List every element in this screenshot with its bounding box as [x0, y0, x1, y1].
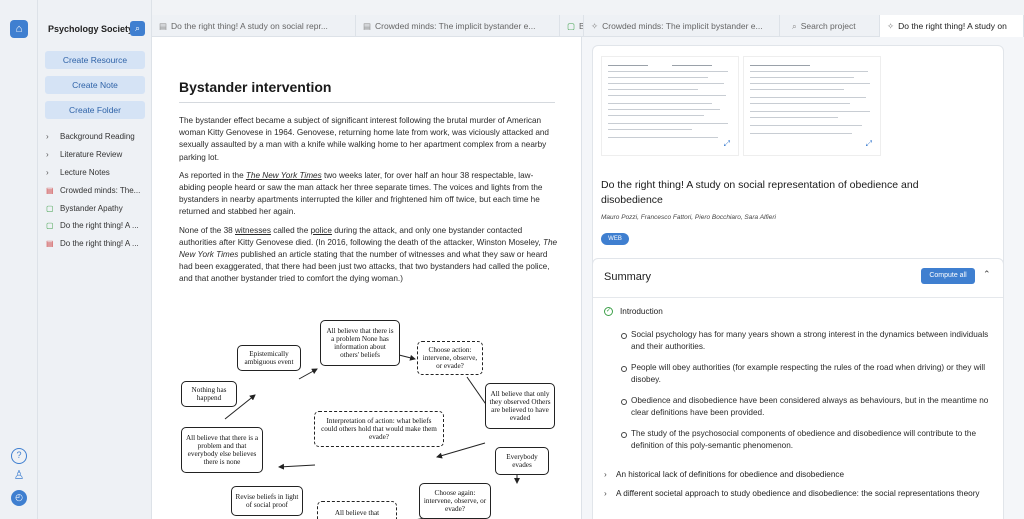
tree-item-literature-review[interactable]: › Literature Review — [46, 146, 150, 164]
tree-item-do-the-right-thing-note[interactable]: ▢ Do the right thing! A ... — [46, 217, 150, 235]
tab-do-the-right-thing-summary[interactable]: ✧ Do the right thing! A study on — [880, 15, 1024, 37]
summary-bullet: Social psychology has for many years sho… — [621, 329, 991, 354]
project-sidebar: Psychology Society ⌕ Create Resource Cre… — [38, 0, 152, 519]
section-historical-lack[interactable]: › An historical lack of definitions for o… — [604, 469, 994, 481]
summary-card: Summary Compute all ⌃ ✓ Introduction Soci… — [592, 258, 1004, 519]
title-divider — [179, 102, 555, 103]
tree-item-crowded-minds[interactable]: ▤ Crowded minds: The... — [46, 181, 150, 199]
summary-pane: ⤢ ⤢ Do the right thing! A study on socia… — [582, 37, 1024, 519]
tree-item-lecture-notes[interactable]: › Lecture Notes — [46, 164, 150, 182]
page-thumbnail[interactable]: ⤢ — [743, 56, 881, 156]
section-introduction[interactable]: ✓ Introduction — [604, 307, 663, 316]
summary-bullet: Obedience and disobedience have been con… — [621, 395, 991, 420]
help-icon[interactable]: ? — [11, 448, 27, 464]
search-icon: ⌕ — [792, 21, 797, 31]
create-folder-button[interactable]: Create Folder — [45, 101, 145, 119]
node-all-believe: All believe that — [317, 501, 397, 519]
tab-do-the-right-thing-pdf[interactable]: ▤ Do the right thing! A study on social r… — [152, 15, 356, 37]
node-revise-beliefs: Revise beliefs in light of social proof — [231, 486, 303, 516]
node-everybody-else-believes: All believe that there is a problem and … — [181, 427, 263, 473]
history-icon[interactable]: ◴ — [11, 490, 27, 506]
home-icon[interactable]: ⌂ — [10, 20, 28, 38]
app-rail: ⌂ ? ♙ ◴ — [0, 0, 38, 519]
note-icon: ▢ — [46, 221, 54, 231]
tab-search-project[interactable]: ⌕ Search project — [780, 15, 880, 37]
node-everybody-evades: Everybody evades — [495, 447, 549, 475]
pdf-icon: ▤ — [46, 239, 54, 249]
search-icon[interactable]: ⌕ — [130, 21, 145, 36]
node-ambiguous-event: Epistemically ambiguous event — [237, 345, 301, 371]
tab-bystander-note[interactable]: ▢B — [560, 15, 584, 37]
tab-crowded-minds-pdf[interactable]: ▤ Crowded minds: The implicit bystander e… — [356, 15, 560, 37]
create-resource-button[interactable]: Create Resource — [45, 51, 145, 69]
witnesses-link[interactable]: witnesses — [235, 226, 271, 235]
chevron-right-icon: › — [604, 470, 607, 479]
tree-item-do-the-right-thing-pdf[interactable]: ▤ Do the right thing! A ... — [46, 235, 150, 253]
summary-bullet: People will obey authorities (for exampl… — [621, 362, 991, 387]
tree-item-bystander-apathy[interactable]: ▢ Bystander Apathy — [46, 199, 150, 217]
sparkle-icon: ✧ — [887, 21, 895, 31]
project-title: Psychology Society — [48, 24, 134, 34]
tab-crowded-minds-summary[interactable]: ✧ Crowded minds: The implicit bystander e… — [584, 15, 780, 37]
expand-icon[interactable]: ⤢ — [866, 139, 872, 149]
source-badge[interactable]: WEB — [601, 233, 629, 245]
resource-card: ⤢ ⤢ Do the right thing! A study on socia… — [592, 45, 1004, 285]
create-note-button[interactable]: Create Note — [45, 76, 145, 94]
expand-icon[interactable]: ⤢ — [724, 139, 730, 149]
nyt-link[interactable]: The New York Times — [246, 171, 322, 180]
section-societal-approach[interactable]: › A different societal approach to study … — [604, 488, 994, 500]
chevron-right-icon: › — [46, 150, 49, 160]
note-icon: ▢ — [46, 203, 54, 213]
node-interpretation: Interpretation of action: what beliefs c… — [314, 411, 444, 447]
pdf-icon: ▤ — [46, 185, 54, 195]
summary-bullet: The study of the psychosocial components… — [621, 428, 991, 453]
compute-all-button[interactable]: Compute all — [921, 268, 975, 284]
police-link[interactable]: police — [311, 226, 332, 235]
pdf-icon: ▤ — [159, 21, 168, 31]
app-window: ⌂ ? ♙ ◴ Psychology Society ⌕ Create Reso… — [0, 0, 1024, 519]
node-only-they-observed: All believe that only they observed Othe… — [485, 383, 555, 429]
bystander-diagram: All believe that there is a problem None… — [177, 315, 557, 519]
chevron-right-icon: › — [46, 167, 49, 177]
paragraph: None of the 38 witnesses called the poli… — [179, 225, 558, 284]
note-icon: ▢ — [567, 21, 576, 31]
document-title: Bystander intervention — [179, 79, 332, 95]
page-icon: ▤ — [363, 21, 372, 31]
node-believe-problem: All believe that there is a problem None… — [320, 320, 400, 366]
tree-item-background-reading[interactable]: › Background Reading — [46, 128, 150, 146]
summary-heading: Summary — [604, 271, 652, 283]
document-body[interactable]: The bystander effect became a subject of… — [179, 115, 559, 292]
file-tree: › Background Reading › Literature Review ›… — [46, 128, 150, 253]
resource-authors: Mauro Pozzi, Francesco Fattori, Piero Bo… — [601, 214, 776, 221]
summary-divider — [593, 297, 1003, 298]
node-nothing-happened: Nothing has happend — [181, 381, 237, 407]
chevron-right-icon: › — [604, 489, 607, 498]
resource-title: Do the right thing! A study on social re… — [601, 179, 919, 206]
check-circle-icon: ✓ — [604, 307, 613, 316]
tab-strip: ▤ Do the right thing! A study on social r… — [152, 15, 1024, 37]
note-document: Bystander intervention The bystander eff… — [152, 37, 582, 519]
chevron-right-icon: › — [46, 132, 49, 142]
paragraph: As reported in the The New York Times tw… — [179, 170, 543, 217]
page-thumbnail[interactable]: ⤢ — [601, 56, 739, 156]
node-choose-action: Choose action: intervene, observe, or ev… — [417, 341, 483, 375]
sparkle-icon: ✧ — [591, 21, 599, 31]
chevron-up-icon[interactable]: ⌃ — [983, 269, 991, 280]
paragraph: The bystander effect became a subject of… — [179, 116, 549, 162]
user-icon[interactable]: ♙ — [11, 469, 27, 485]
node-choose-again: Choose again: intervene, observe, or eva… — [419, 483, 491, 519]
